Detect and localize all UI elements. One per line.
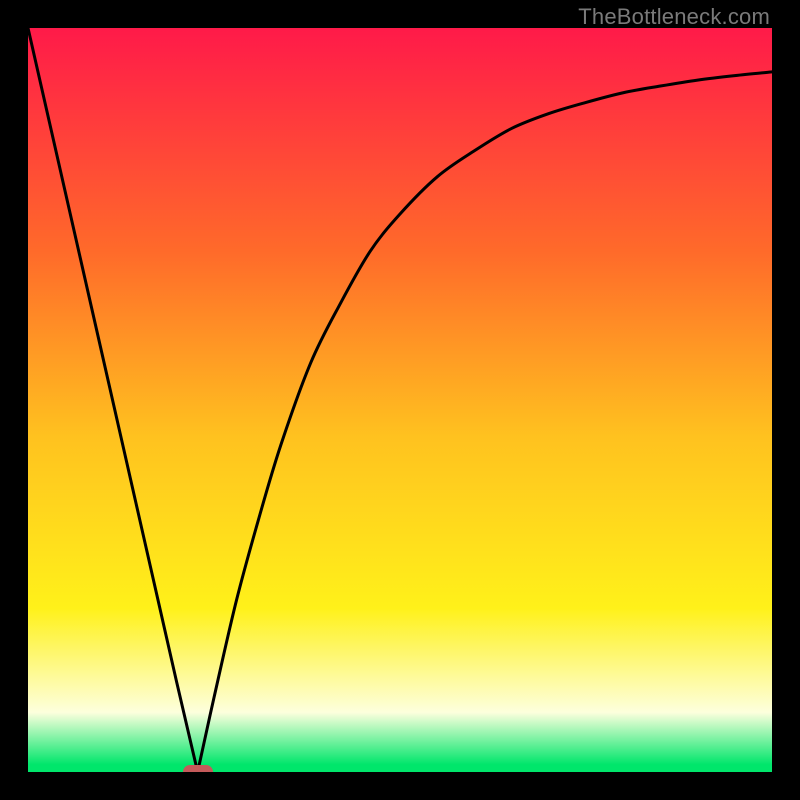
optimal-marker [183, 765, 213, 772]
chart-frame: TheBottleneck.com [0, 0, 800, 800]
watermark-text: TheBottleneck.com [578, 4, 770, 30]
background-gradient [28, 28, 772, 772]
plot-area [28, 28, 772, 772]
